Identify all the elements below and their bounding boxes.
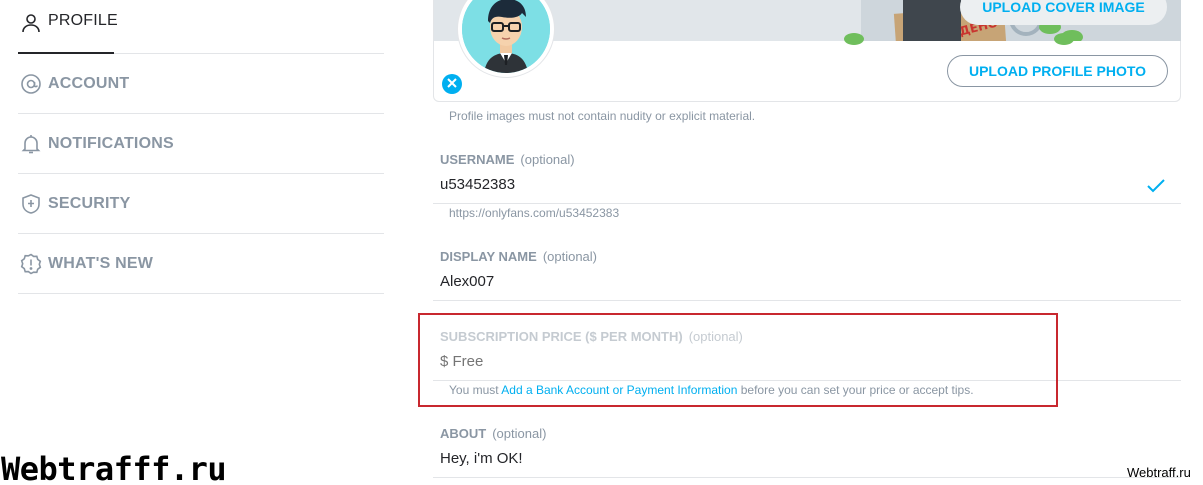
subscription-highlight-box [418, 313, 1058, 407]
image-policy-notice: Profile images must not contain nudity o… [449, 109, 756, 123]
avatar-image [462, 0, 550, 73]
username-input[interactable] [440, 176, 1140, 193]
person-icon [20, 12, 42, 34]
username-label: USERNAME (optional) [440, 152, 575, 167]
sidebar-item-label: PROFILE [48, 12, 118, 29]
bell-icon [20, 133, 42, 155]
sidebar-item-label: WHAT'S NEW [48, 254, 154, 272]
upload-cover-image-button[interactable]: UPLOAD COVER IMAGE [960, 0, 1167, 25]
watermark-right: Webtraff.ru [1127, 465, 1191, 480]
display-name-label: DISPLAY NAME (optional) [440, 249, 598, 264]
sidebar-item-label: NOTIFICATIONS [48, 134, 174, 152]
cover-card: ДЕНО UPLOAD COVER IMAGE UPLOAD PROFILE P… [433, 0, 1181, 102]
check-icon [1146, 178, 1166, 199]
sidebar-item-notifications[interactable]: NOTIFICATIONS [18, 114, 384, 174]
at-icon [20, 73, 42, 95]
sidebar-item-profile[interactable]: PROFILE [18, 0, 384, 54]
close-icon [447, 75, 457, 93]
about-input[interactable] [440, 450, 1140, 467]
avatar[interactable] [457, 0, 555, 78]
upload-profile-photo-button[interactable]: UPLOAD PROFILE PHOTO [947, 55, 1168, 87]
settings-sidebar: PROFILE ACCOUNT NOTIFICATIONS SECURITY W… [18, 0, 384, 294]
shield-icon [20, 193, 42, 215]
sidebar-item-security[interactable]: SECURITY [18, 174, 384, 234]
watermark-left: Webtrafff.ru [1, 450, 227, 485]
profile-url-hint: https://onlyfans.com/u53452383 [449, 206, 620, 220]
sidebar-item-account[interactable]: ACCOUNT [18, 54, 384, 114]
about-label: ABOUT (optional) [440, 426, 547, 441]
remove-avatar-button[interactable] [442, 74, 462, 94]
sidebar-item-whats-new[interactable]: WHAT'S NEW [18, 234, 384, 294]
display-name-input[interactable] [440, 273, 1140, 290]
alert-badge-icon [20, 253, 42, 275]
sidebar-item-label: SECURITY [48, 194, 131, 212]
profile-settings-main: ДЕНО UPLOAD COVER IMAGE UPLOAD PROFILE P… [433, 0, 1181, 478]
sidebar-item-label: ACCOUNT [48, 74, 130, 92]
